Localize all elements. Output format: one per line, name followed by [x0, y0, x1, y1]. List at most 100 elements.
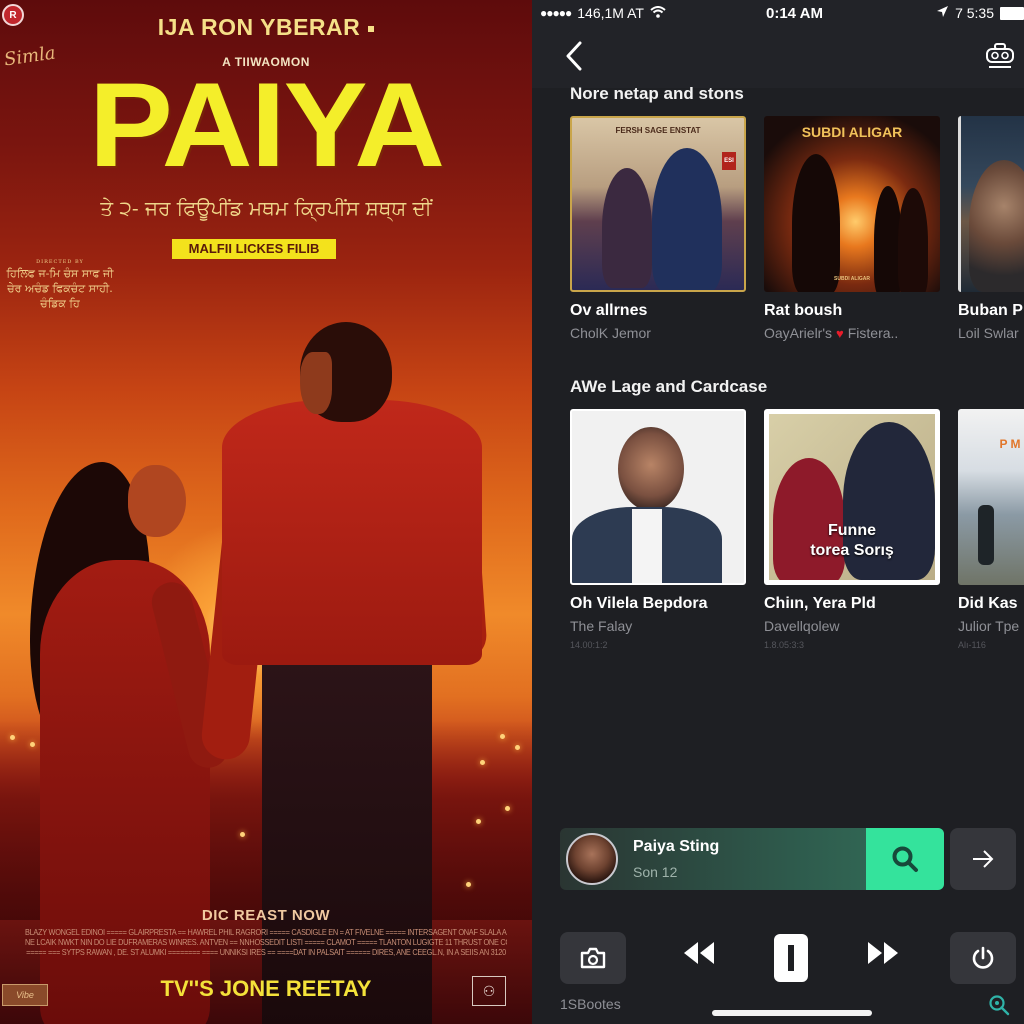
section-title: AWe Lage and Cardcase [570, 377, 768, 396]
zoom-icon [989, 995, 1010, 1016]
artist-avatar [566, 833, 618, 885]
album-subtitle-extra: Fistera.. [847, 325, 899, 341]
billing-line: BLAZY WONGEL EDINOI ===== GLAIRPRESTA ==… [24, 928, 508, 937]
album-art: FERSH SAGE ENSTAT ESI [570, 116, 746, 292]
poster-title: PAIYA [88, 57, 445, 192]
poster-cta: DIC REAST NOW [201, 907, 331, 924]
album-art: P M [958, 409, 1024, 585]
side-credits-line: ਚੰਡਿਕ ਹਿ [40, 297, 80, 310]
album-subtitle: Julior Tpe [958, 618, 1020, 634]
album-title: Oh Vilela Bepdora [570, 595, 708, 612]
woman-head [128, 465, 186, 537]
now-playing-bar[interactable]: Paiya Sting Son 12 [560, 828, 944, 890]
album-art-text: torea Sorış [810, 542, 894, 559]
album-art-badge: ESI [722, 152, 736, 170]
cast-button[interactable] [984, 40, 1016, 72]
pause-icon [788, 945, 794, 971]
art-figure [602, 168, 652, 288]
album-art-caption: SUBDI ALIGAR [834, 276, 870, 282]
art-portrait [618, 427, 684, 511]
rating-logo-icon: ⚇ [472, 976, 506, 1006]
pause-button[interactable] [774, 934, 808, 982]
rewind-button[interactable] [682, 940, 716, 966]
poster-side-credits: DIRECTED BY ਹਿਲਿਫ ਜ-ਮਿ ਚੰਸ ਸਾਫ ਜੀ ਚੇਰ ਅਚ… [0, 258, 120, 311]
wifi-icon [650, 5, 666, 21]
status-left: ●●●●● 146,1M AT [540, 5, 666, 21]
billing-line: ===== === SYTPS RAWAN , DE. ST ALUMKI ==… [26, 948, 506, 957]
power-button[interactable] [950, 932, 1016, 984]
chevron-left-icon [566, 41, 582, 71]
status-time: 0:14 AM [766, 5, 823, 22]
signal-strength-icon: ●●●●● [540, 6, 572, 20]
art-figure [978, 505, 994, 565]
album-title: Rat boush [764, 302, 843, 319]
album-subtitle-artist: OayArielr's [764, 325, 833, 341]
status-right-text: 7 5:35 [955, 5, 994, 21]
bullet-dot-icon [368, 25, 375, 32]
album-art [570, 409, 746, 585]
art-figure [773, 458, 845, 580]
power-icon [972, 946, 994, 969]
album-art-text: FERSH SAGE ENSTAT [615, 126, 701, 135]
poster-top-line: IJA RON YBERAR [0, 14, 532, 41]
poster-banner: MALFII LICKES FILIB [172, 239, 336, 259]
arrow-right-icon [973, 850, 994, 868]
man-silhouette [222, 400, 482, 665]
album-subtitle: OayArielr's ♥ Fistera.. [764, 325, 940, 341]
album-subtitle: Davellqolew [764, 618, 840, 634]
art-shirt [632, 509, 662, 583]
art-portrait [969, 160, 1024, 292]
status-right: 7 5:35 [936, 5, 1024, 21]
open-queue-button[interactable] [950, 828, 1016, 890]
album-art-text: P M [999, 437, 1021, 451]
now-playing-title: Paiya Sting [633, 838, 720, 855]
section-title: Nore netap and stons [570, 84, 744, 103]
heart-icon: ♥ [836, 326, 844, 341]
album-card[interactable]: Oh Vilela Bepdora The Falay 14.00:1:2 [570, 409, 746, 650]
billing-line: NE LCAIK NWKT NIN DO LIE DUFRAMERAS WINR… [24, 938, 508, 947]
album-meta: Alı-116 [958, 640, 986, 650]
album-art: SUBDI ALIGAR SUBDI ALIGAR [764, 116, 940, 292]
search-button[interactable] [866, 828, 944, 890]
album-card[interactable]: Buban P Loil Swlar [958, 116, 1024, 341]
poster-billing-block: BLAZY WONGEL EDINOI ===== GLAIRPRESTA ==… [25, 928, 507, 958]
location-icon [936, 5, 949, 21]
rewind-icon [684, 942, 714, 964]
home-indicator[interactable] [712, 1010, 872, 1016]
search-icon [892, 846, 918, 872]
movie-poster: R Simla IJA RON YBERAR A TIIWAOMON PAIYA… [0, 0, 532, 1024]
back-button[interactable] [560, 38, 588, 74]
nav-bar [532, 28, 1024, 88]
man-trousers [262, 650, 432, 1024]
music-app-screen: ●●●●● 146,1M AT 0:14 AM 7 5:35 Nore neta… [532, 0, 1024, 1024]
album-meta: 1.8.05:3:3 [764, 640, 805, 650]
battery-icon [1000, 6, 1024, 20]
cast-icon [986, 43, 1014, 68]
now-playing-subtitle: Son 12 [633, 864, 678, 880]
album-art-text: Funne [828, 522, 876, 539]
album-card[interactable]: Funne torea Sorış Chiın, Yera Pld Davell… [764, 409, 940, 650]
carrier-label: 146,1M AT [577, 5, 644, 21]
fast-forward-button[interactable] [866, 940, 900, 966]
album-art: Funne torea Sorış [764, 409, 940, 585]
camera-icon [580, 947, 606, 969]
album-art-text: SUBDI ALIGAR [801, 124, 903, 140]
art-figure [792, 154, 840, 292]
album-subtitle: Loil Swlar [958, 325, 1019, 341]
side-credits-line: ਹਿਲਿਫ ਜ-ਮਿ ਚੰਸ ਸਾਫ ਜੀ [6, 267, 114, 280]
album-card[interactable]: P M Did Kas Julior Tpe Alı-116 [958, 409, 1024, 650]
side-credits-line: ਚੇਰ ਅਚੰਡ ਫਿਕਚੰਟ ਸਾਹੀ. [7, 282, 113, 295]
album-card[interactable]: SUBDI ALIGAR SUBDI ALIGAR Rat boush OayA… [764, 116, 940, 341]
zoom-search-button[interactable] [988, 994, 1010, 1021]
album-subtitle: The Falay [570, 618, 633, 634]
album-title: Chiın, Yera Pld [764, 595, 876, 612]
poster-top-text: IJA RON YBERAR [157, 14, 361, 40]
side-credits-heading: DIRECTED BY [36, 259, 84, 265]
camera-button[interactable] [560, 932, 626, 984]
album-card[interactable]: FERSH SAGE ENSTAT ESI Ov allrnes CholK J… [570, 116, 746, 341]
album-title: Buban P [958, 302, 1023, 319]
album-subtitle: CholK Jemor [570, 325, 651, 341]
album-title: Ov allrnes [570, 302, 648, 319]
art-figure [652, 148, 722, 290]
man-face [300, 352, 332, 414]
